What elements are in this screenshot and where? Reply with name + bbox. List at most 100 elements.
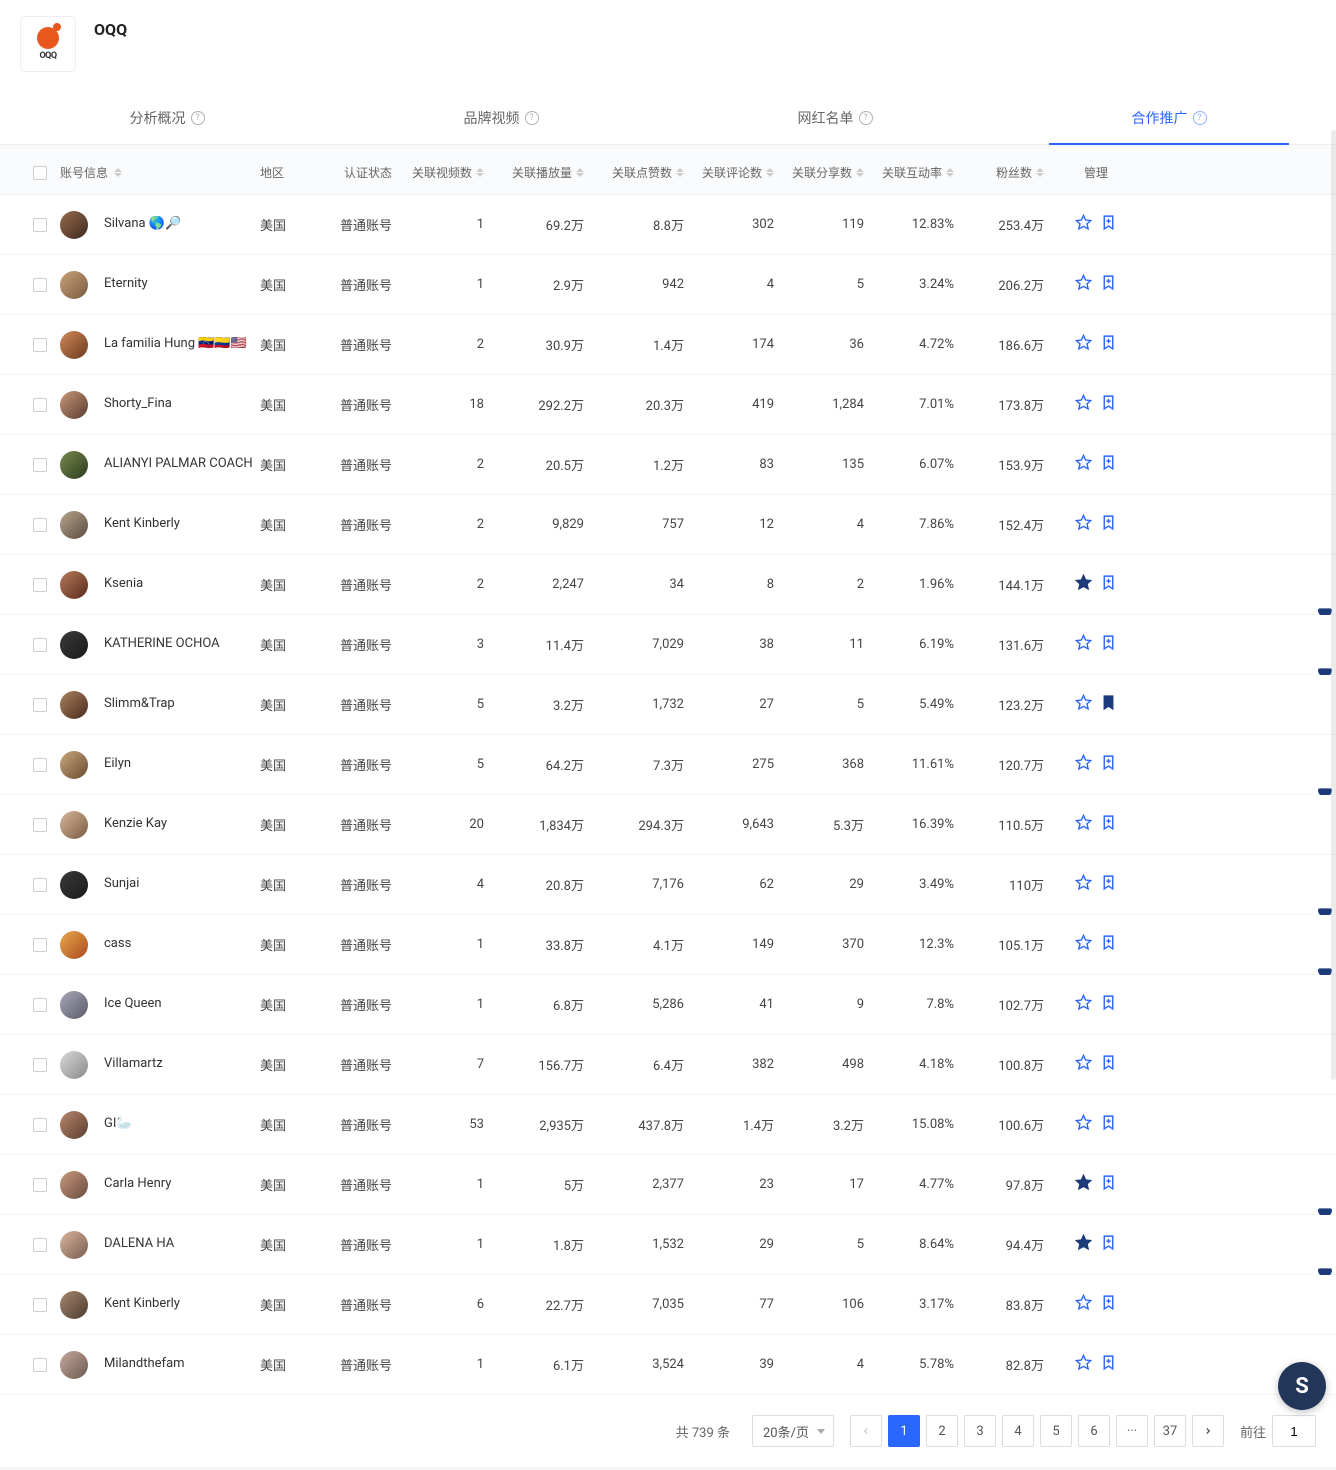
tab-overview[interactable]: 分析概况 ? [0, 94, 334, 144]
favorite-icon[interactable] [1075, 1354, 1092, 1375]
bookmark-icon[interactable] [1100, 1114, 1117, 1135]
favorite-icon[interactable] [1075, 1234, 1092, 1255]
row-checkbox[interactable] [33, 638, 47, 652]
favorite-icon[interactable] [1075, 874, 1092, 895]
bookmark-icon[interactable] [1100, 454, 1117, 475]
table-row[interactable]: La familia Hung 🇻🇪🇨🇴🇺🇸 美国 普通账号 2 30.9万 1… [0, 315, 1336, 375]
table-row[interactable]: Eilyn 美国 普通账号 5 64.2万 7.3万 275 368 11.61… [0, 735, 1336, 795]
sort-icon[interactable] [946, 168, 954, 177]
favorite-icon[interactable] [1075, 934, 1092, 955]
next-page[interactable] [1192, 1415, 1224, 1447]
table-row[interactable]: Silvana 🌎🔎 美国 普通账号 1 69.2万 8.8万 302 119 … [0, 195, 1336, 255]
bookmark-icon[interactable] [1100, 874, 1117, 895]
tab-collab-promo[interactable]: 合作推广 ? [1002, 94, 1336, 144]
jump-input[interactable] [1272, 1415, 1316, 1447]
table-row[interactable]: Slimm&Trap 美国 普通账号 5 3.2万 1,732 27 5 5.4… [0, 675, 1336, 735]
row-checkbox[interactable] [33, 1118, 47, 1132]
row-checkbox[interactable] [33, 878, 47, 892]
row-checkbox[interactable] [33, 518, 47, 532]
row-checkbox[interactable] [33, 938, 47, 952]
table-row[interactable]: Kenzie Kay 美国 普通账号 20 1,834万 294.3万 9,64… [0, 795, 1336, 855]
scrollbar[interactable] [1331, 130, 1336, 1080]
sort-icon[interactable] [576, 168, 584, 177]
sort-icon[interactable] [676, 168, 684, 177]
row-checkbox[interactable] [33, 218, 47, 232]
bookmark-icon[interactable] [1100, 634, 1117, 655]
table-row[interactable]: Ksenia 美国 普通账号 2 2,247 34 8 2 1.96% 144.… [0, 555, 1336, 615]
favorite-icon[interactable] [1075, 994, 1092, 1015]
row-checkbox[interactable] [33, 578, 47, 592]
tab-brand-video[interactable]: 品牌视频 ? [334, 94, 668, 144]
select-all-checkbox[interactable] [33, 166, 47, 180]
favorite-icon[interactable] [1075, 214, 1092, 235]
bookmark-icon[interactable] [1100, 394, 1117, 415]
bookmark-icon[interactable] [1100, 514, 1117, 535]
row-checkbox[interactable] [33, 1058, 47, 1072]
row-checkbox[interactable] [33, 698, 47, 712]
bookmark-icon[interactable] [1100, 814, 1117, 835]
favorite-icon[interactable] [1075, 574, 1092, 595]
bookmark-icon[interactable] [1100, 1234, 1117, 1255]
bookmark-icon[interactable] [1100, 274, 1117, 295]
favorite-icon[interactable] [1075, 694, 1092, 715]
favorite-icon[interactable] [1075, 394, 1092, 415]
favorite-icon[interactable] [1075, 814, 1092, 835]
table-row[interactable]: GI🦢 美国 普通账号 53 2,935万 437.8万 1.4万 3.2万 1… [0, 1095, 1336, 1155]
row-checkbox[interactable] [33, 398, 47, 412]
sort-icon[interactable] [476, 168, 484, 177]
row-checkbox[interactable] [33, 458, 47, 472]
row-checkbox[interactable] [33, 758, 47, 772]
tab-influencer-list[interactable]: 网红名单 ? [668, 94, 1002, 144]
sort-icon[interactable] [114, 168, 122, 177]
table-row[interactable]: Eternity 美国 普通账号 1 2.9万 942 4 5 3.24% 20… [0, 255, 1336, 315]
sort-icon[interactable] [1036, 168, 1044, 177]
table-row[interactable]: Ice Queen 美国 普通账号 1 6.8万 5,286 41 9 7.8%… [0, 975, 1336, 1035]
table-row[interactable]: KATHERINE OCHOA 美国 普通账号 3 11.4万 7,029 38… [0, 615, 1336, 675]
table-row[interactable]: Kent Kinberly 美国 普通账号 6 22.7万 7,035 77 1… [0, 1275, 1336, 1335]
table-row[interactable]: ALIANYI PALMAR COACH 美国 普通账号 2 20.5万 1.2… [0, 435, 1336, 495]
sort-icon[interactable] [766, 168, 774, 177]
page-button[interactable]: ··· [1116, 1415, 1148, 1447]
row-checkbox[interactable] [33, 278, 47, 292]
table-row[interactable]: Kent Kinberly 美国 普通账号 2 9,829 757 12 4 7… [0, 495, 1336, 555]
page-button[interactable]: 4 [1002, 1415, 1034, 1447]
favorite-icon[interactable] [1075, 454, 1092, 475]
page-button[interactable]: 2 [926, 1415, 958, 1447]
row-checkbox[interactable] [33, 338, 47, 352]
bookmark-icon[interactable] [1100, 994, 1117, 1015]
page-button[interactable]: 37 [1154, 1415, 1186, 1447]
row-checkbox[interactable] [33, 818, 47, 832]
table-row[interactable]: Villamartz 美国 普通账号 7 156.7万 6.4万 382 498… [0, 1035, 1336, 1095]
favorite-icon[interactable] [1075, 274, 1092, 295]
row-checkbox[interactable] [33, 1298, 47, 1312]
table-row[interactable]: Milandthefam 美国 普通账号 1 6.1万 3,524 39 4 5… [0, 1335, 1336, 1395]
row-checkbox[interactable] [33, 1358, 47, 1372]
page-size-select[interactable]: 20条/页 [752, 1415, 834, 1447]
bookmark-icon[interactable] [1100, 574, 1117, 595]
bookmark-icon[interactable] [1100, 934, 1117, 955]
row-checkbox[interactable] [33, 1238, 47, 1252]
page-button[interactable]: 3 [964, 1415, 996, 1447]
bookmark-icon[interactable] [1100, 214, 1117, 235]
bookmark-icon[interactable] [1100, 334, 1117, 355]
favorite-icon[interactable] [1075, 1294, 1092, 1315]
sort-icon[interactable] [856, 168, 864, 177]
table-row[interactable]: Carla Henry 美国 普通账号 1 5万 2,377 23 17 4.7… [0, 1155, 1336, 1215]
bookmark-icon[interactable] [1100, 1354, 1117, 1375]
bookmark-icon[interactable] [1100, 1174, 1117, 1195]
favorite-icon[interactable] [1075, 514, 1092, 535]
page-button[interactable]: 5 [1040, 1415, 1072, 1447]
page-button[interactable]: 1 [888, 1415, 920, 1447]
favorite-icon[interactable] [1075, 1054, 1092, 1075]
fab-button[interactable]: S [1278, 1362, 1326, 1410]
table-row[interactable]: Shorty_Fina 美国 普通账号 18 292.2万 20.3万 419 … [0, 375, 1336, 435]
favorite-icon[interactable] [1075, 334, 1092, 355]
bookmark-icon[interactable] [1100, 1294, 1117, 1315]
table-row[interactable]: DALENA HA 美国 普通账号 1 1.8万 1,532 29 5 8.64… [0, 1215, 1336, 1275]
row-checkbox[interactable] [33, 1178, 47, 1192]
favorite-icon[interactable] [1075, 1174, 1092, 1195]
bookmark-icon[interactable] [1100, 694, 1117, 715]
table-row[interactable]: Sunjai 美国 普通账号 4 20.8万 7,176 62 29 3.49%… [0, 855, 1336, 915]
bookmark-icon[interactable] [1100, 1054, 1117, 1075]
table-row[interactable]: cass 美国 普通账号 1 33.8万 4.1万 149 370 12.3% … [0, 915, 1336, 975]
